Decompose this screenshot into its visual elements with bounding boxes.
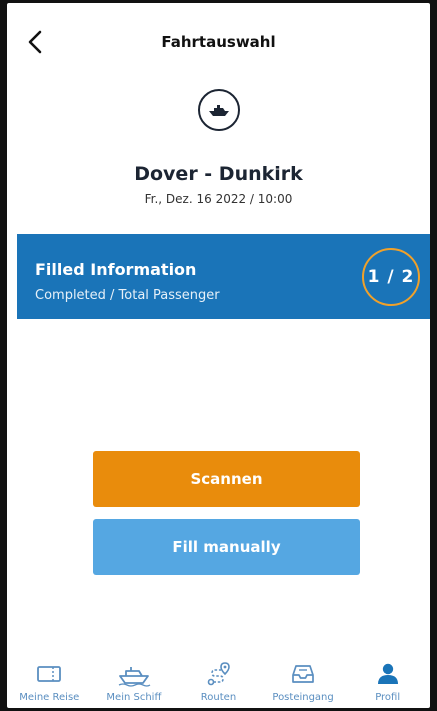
banner-subtitle: Completed / Total Passenger <box>35 288 220 303</box>
tab-routen[interactable]: Routen <box>176 653 261 708</box>
banner-title: Filled Information <box>35 260 197 279</box>
route-icon <box>208 662 231 686</box>
trip-datetime: Fr., Dez. 16 2022 / 10:00 <box>144 192 293 206</box>
app-screen: Fahrtauswahl Dover - Dunkirk Fr., Dez. 1… <box>7 3 430 708</box>
ship-icon <box>198 89 240 131</box>
scan-button[interactable]: Scannen <box>93 451 360 507</box>
inbox-icon <box>292 665 314 683</box>
page-title: Fahrtauswahl <box>161 33 276 51</box>
tab-meine-reise[interactable]: Meine Reise <box>7 653 92 708</box>
header: Fahrtauswahl <box>7 3 430 79</box>
ship-icon <box>118 667 151 687</box>
ticket-icon <box>37 666 62 682</box>
tab-profil[interactable]: Profil <box>345 653 430 708</box>
fill-manually-button[interactable]: Fill manually <box>93 519 360 575</box>
tab-label: Meine Reise <box>19 692 80 703</box>
tab-posteingang[interactable]: Posteingang <box>261 653 346 708</box>
tab-mein-schiff[interactable]: Mein Schiff <box>92 653 177 708</box>
person-icon <box>377 663 398 684</box>
tab-label: Posteingang <box>272 692 334 703</box>
tab-label: Profil <box>375 692 401 703</box>
tab-label: Routen <box>200 692 237 703</box>
bottom-tab-bar: Meine Reise Mein Schiff Routen Posteinga… <box>7 653 430 708</box>
filled-info-banner: Filled Information Completed / Total Pas… <box>17 234 430 319</box>
passenger-counter: 1 / 2 <box>362 248 420 306</box>
route-title: Dover - Dunkirk <box>134 163 303 185</box>
tab-label: Mein Schiff <box>106 692 162 703</box>
